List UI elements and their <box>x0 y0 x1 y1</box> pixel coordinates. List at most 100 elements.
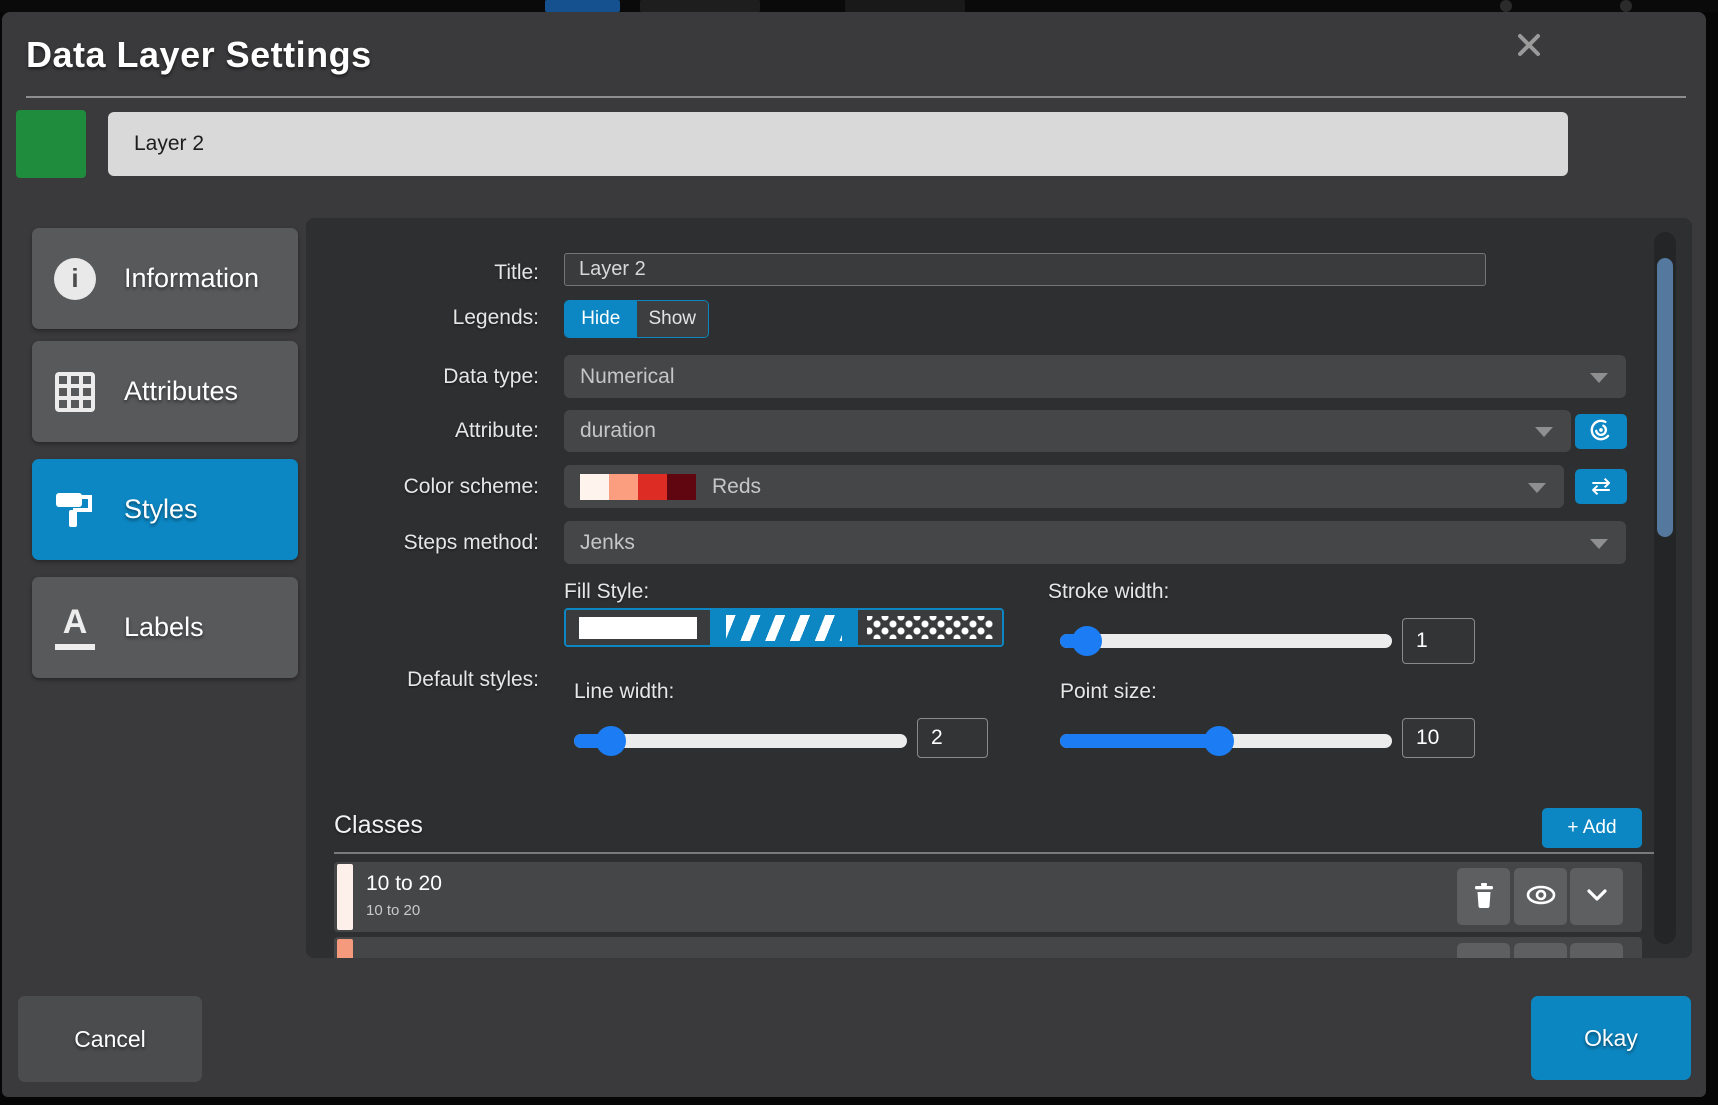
slider-track[interactable] <box>1060 634 1392 648</box>
legends-hide-option[interactable]: Hide <box>565 301 637 337</box>
fill-style-solid-option[interactable] <box>566 610 710 645</box>
point-size-slider[interactable] <box>1060 726 1392 756</box>
panel-scrollbar-thumb[interactable] <box>1657 258 1673 537</box>
screen: Data Layer Settings i Information Attrib… <box>0 0 1718 1105</box>
panel-scrollbar-track[interactable] <box>1654 232 1676 944</box>
legends-show-option[interactable]: Show <box>636 301 708 337</box>
sidebar-item-attributes[interactable]: Attributes <box>32 341 298 442</box>
color-scheme-palette <box>580 473 696 500</box>
point-size-label: Point size: <box>1060 680 1157 703</box>
data-layer-settings-dialog: Data Layer Settings i Information Attrib… <box>2 12 1706 1097</box>
title-input[interactable] <box>564 253 1486 286</box>
classify-button[interactable] <box>1575 414 1627 449</box>
info-icon: i <box>52 256 98 302</box>
line-width-value[interactable]: 2 <box>917 718 988 758</box>
chevron-down-icon <box>1586 888 1608 905</box>
legends-label: Legends: <box>452 306 539 329</box>
palette-swatch <box>667 473 696 500</box>
fill-style-dots-option[interactable] <box>856 610 1002 645</box>
steps-method-label: Steps method: <box>403 531 539 554</box>
layer-color-swatch[interactable] <box>16 110 86 178</box>
label-a-icon: A <box>52 605 98 651</box>
visibility-button[interactable] <box>1514 868 1567 925</box>
fill-style-segmented-control <box>564 608 1004 647</box>
legends-toggle: Hide Show <box>564 300 709 338</box>
visibility-button[interactable] <box>1514 943 1567 958</box>
delete-class-button[interactable] <box>1457 868 1510 925</box>
fill-style-hatch-option[interactable] <box>710 610 856 645</box>
dots-fill-icon <box>867 616 993 639</box>
steps-method-value: Jenks <box>580 530 635 554</box>
slider-thumb[interactable] <box>1204 726 1235 756</box>
sidebar-item-labels[interactable]: A Labels <box>32 577 298 678</box>
header-divider <box>26 96 1686 98</box>
chevron-down-icon <box>1528 482 1546 493</box>
class-color-swatch <box>337 864 353 930</box>
attribute-label: Attribute: <box>454 419 539 442</box>
class-row[interactable] <box>334 937 1642 958</box>
classify-icon <box>1588 417 1614 446</box>
classes-divider <box>334 852 1660 854</box>
stroke-width-label: Stroke width: <box>1048 580 1170 603</box>
stroke-width-value[interactable]: 1 <box>1402 618 1475 664</box>
steps-method-dropdown[interactable]: Jenks <box>564 521 1626 564</box>
swap-arrows-icon: ⇄ <box>1590 473 1612 500</box>
add-class-button[interactable]: + Add <box>1542 808 1642 848</box>
expand-class-button[interactable] <box>1570 943 1623 958</box>
background-icon <box>1620 0 1632 12</box>
styles-panel: Title: Legends: Hide Show Data type: Num… <box>306 218 1692 958</box>
color-scheme-value: Reds <box>712 474 762 498</box>
sidebar-item-label: Styles <box>124 494 198 524</box>
sidebar-item-label: Attributes <box>124 376 239 406</box>
background-button <box>545 0 620 12</box>
color-scheme-dropdown[interactable]: Reds <box>564 465 1564 508</box>
expand-class-button[interactable] <box>1570 868 1623 925</box>
okay-button[interactable]: Okay <box>1531 996 1691 1080</box>
chevron-down-icon <box>1590 372 1608 383</box>
attribute-dropdown[interactable]: duration <box>564 410 1571 452</box>
point-size-value[interactable]: 10 <box>1402 718 1475 758</box>
chevron-down-icon <box>1535 427 1553 437</box>
background-button <box>845 0 965 12</box>
color-scheme-label: Color scheme: <box>403 475 539 498</box>
cancel-button[interactable]: Cancel <box>18 996 202 1082</box>
line-width-slider[interactable] <box>574 726 907 756</box>
classes-list: 10 to 20 10 to 20 <box>334 862 1642 958</box>
sidebar-item-information[interactable]: i Information <box>32 228 298 329</box>
title-label: Title: <box>494 261 539 284</box>
class-row[interactable]: 10 to 20 10 to 20 <box>334 862 1642 932</box>
layer-name-input[interactable] <box>108 112 1568 176</box>
hatch-fill-icon <box>726 614 842 641</box>
delete-class-button[interactable] <box>1457 943 1510 958</box>
palette-swatch <box>609 473 638 500</box>
sidebar-item-label: Information <box>124 263 260 293</box>
background-button <box>640 0 760 12</box>
class-color-swatch <box>337 939 353 958</box>
chevron-down-icon <box>1590 538 1608 549</box>
attribute-value: duration <box>580 419 656 442</box>
fill-style-label: Fill Style: <box>564 580 650 603</box>
slider-fill <box>1060 734 1220 748</box>
default-styles-label: Default styles: <box>407 668 539 691</box>
trash-icon <box>1472 957 1496 958</box>
stroke-width-slider[interactable] <box>1060 626 1392 656</box>
classes-heading: Classes <box>334 811 423 839</box>
sidebar-item-label: Labels <box>124 612 204 642</box>
line-width-label: Line width: <box>574 680 675 703</box>
class-subtitle: 10 to 20 <box>366 902 421 919</box>
slider-thumb[interactable] <box>595 726 626 756</box>
trash-icon <box>1472 882 1496 911</box>
data-type-dropdown[interactable]: Numerical <box>564 355 1626 398</box>
grid-icon <box>52 369 98 415</box>
class-title: 10 to 20 <box>366 872 442 895</box>
dialog-title: Data Layer Settings <box>26 34 372 75</box>
sidebar-item-styles[interactable]: Styles <box>32 459 298 560</box>
slider-thumb[interactable] <box>1071 626 1102 656</box>
background-app-strip <box>0 0 1718 12</box>
background-icon <box>1500 0 1512 12</box>
close-icon[interactable] <box>1512 28 1546 62</box>
paint-roller-icon <box>52 487 98 533</box>
reverse-colors-button[interactable]: ⇄ <box>1575 469 1627 504</box>
palette-swatch <box>580 473 609 500</box>
data-type-value: Numerical <box>580 364 675 388</box>
